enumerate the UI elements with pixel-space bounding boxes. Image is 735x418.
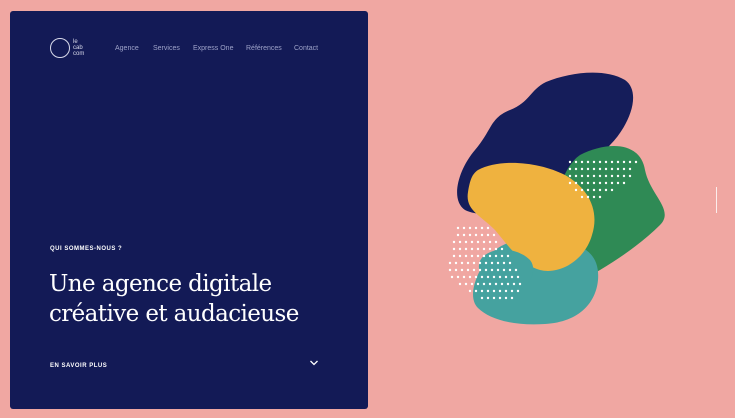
nav-item-express-one[interactable]: Express One: [193, 45, 233, 52]
headline-line-1: Une agence digitale: [49, 271, 272, 297]
nav-item-agence[interactable]: Agence: [115, 45, 139, 52]
chevron-down-icon[interactable]: [309, 359, 319, 367]
nav-item-services[interactable]: Services: [153, 45, 180, 52]
learn-more-link[interactable]: EN SAVOIR PLUS: [50, 363, 107, 369]
section-eyebrow: QUI SOMMES-NOUS ?: [50, 246, 123, 252]
headline-line-2: créative et audacieuse: [49, 301, 299, 327]
logo-text: le cab com: [73, 39, 85, 57]
abstract-blob-illustration: [448, 72, 665, 325]
hero-panel: le cab com Agence Services Express One R…: [10, 11, 368, 409]
logo[interactable]: le cab com: [50, 38, 92, 64]
crescent-circle-icon: [50, 38, 70, 58]
nav-item-contact[interactable]: Contact: [294, 45, 318, 52]
page-title: Une agence digitale créative et audacieu…: [49, 269, 364, 329]
nav-item-references[interactable]: Références: [246, 45, 282, 52]
scroll-indicator[interactable]: [716, 187, 717, 213]
